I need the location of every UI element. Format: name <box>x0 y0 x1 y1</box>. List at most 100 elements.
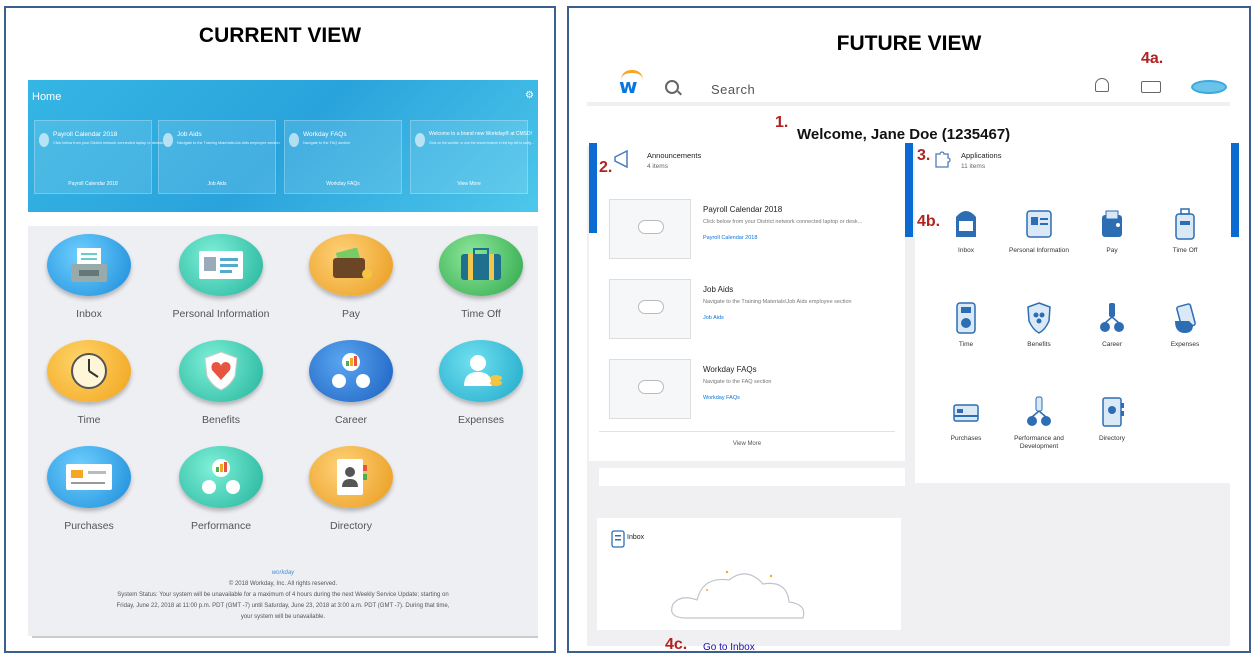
card-link[interactable]: Payroll Calendar 2018 <box>35 181 151 187</box>
empty-card <box>599 468 905 486</box>
expenses-icon <box>439 340 523 402</box>
current-view-panel: CURRENT VIEW Home ⚙ Payroll Calendar 201… <box>4 6 556 653</box>
current-view-title: CURRENT VIEW <box>198 24 362 47</box>
time-icon <box>952 301 980 335</box>
home-card-welcome[interactable]: Welcome to a brand new Workday® at CMSD!… <box>410 120 534 194</box>
gear-icon[interactable]: ⚙ <box>525 90 534 101</box>
inbox-card-title: Inbox <box>627 534 645 541</box>
item-link[interactable]: Job Aids <box>703 315 724 321</box>
wallet-icon <box>309 234 393 296</box>
app-directory[interactable]: Directory <box>1073 395 1151 443</box>
app-inbox[interactable]: Inbox <box>927 207 1005 255</box>
current-app-expenses[interactable]: Expenses <box>426 340 536 426</box>
app-label: Performance and Development <box>1014 435 1064 450</box>
app-label: Career <box>1102 341 1122 348</box>
inbox-icon <box>952 207 980 241</box>
current-app-time[interactable]: Time <box>34 340 144 426</box>
app-expenses[interactable]: Expenses <box>1146 301 1224 349</box>
announcement-item[interactable]: Workday FAQs Navigate to the FAQ section… <box>599 351 892 433</box>
applications-card: 3. Applications 11 items 4b. Inbox Perso… <box>905 143 1239 483</box>
wallet-icon <box>1098 207 1126 241</box>
announcement-item[interactable]: Job Aids Navigate to the Training Materi… <box>599 271 892 353</box>
divider <box>599 431 895 432</box>
current-app-personal-information[interactable]: Personal Information <box>166 234 276 320</box>
megaphone-icon <box>415 133 425 147</box>
id-card-icon <box>179 234 263 296</box>
app-label: Inbox <box>76 308 102 320</box>
card-title: Welcome to a brand new Workday® at CMSD! <box>429 131 532 137</box>
performance-icon <box>179 446 263 508</box>
bell-icon[interactable] <box>1095 78 1109 92</box>
current-app-directory[interactable]: Directory <box>296 446 406 532</box>
avatar[interactable] <box>1191 80 1227 94</box>
current-app-pay[interactable]: Pay <box>296 234 406 320</box>
app-label: Inbox <box>958 247 974 254</box>
item-title: Job Aids <box>703 285 734 294</box>
app-label: Benefits <box>1027 341 1051 348</box>
current-app-performance[interactable]: Performance <box>166 446 276 532</box>
footer-copyright: © 2018 Workday, Inc. All rights reserved… <box>228 581 338 587</box>
announcement-item[interactable]: Payroll Calendar 2018 Click below from y… <box>599 191 892 273</box>
app-personal-information[interactable]: Personal Information <box>1000 207 1078 255</box>
divider <box>32 636 538 638</box>
view-more-link[interactable]: View More <box>589 441 905 447</box>
card-title: Payroll Calendar 2018 <box>53 131 118 138</box>
current-app-time-off[interactable]: Time Off <box>426 234 536 320</box>
app-time[interactable]: Time <box>927 301 1005 349</box>
item-link[interactable]: Workday FAQs <box>703 395 740 401</box>
item-desc: Click below from your District network c… <box>703 219 863 225</box>
current-app-purchases[interactable]: Purchases <box>34 446 144 532</box>
credit-card-icon <box>952 395 980 429</box>
card-link[interactable]: Job Aids <box>159 181 275 187</box>
app-label: Personal Information <box>172 308 270 320</box>
pencil-icon <box>163 133 173 147</box>
home-card-payroll[interactable]: Payroll Calendar 2018 Click below from y… <box>34 120 166 194</box>
app-career[interactable]: Career <box>1073 301 1151 349</box>
footer-status: Friday, June 22, 2018 at 11:00 p.m. PDT … <box>116 603 450 609</box>
app-label: Purchases <box>950 435 982 442</box>
home-card-faqs[interactable]: Workday FAQs Navigate to the FAQ section… <box>284 120 402 194</box>
app-label: Time Off <box>1172 247 1198 254</box>
applications-count: 11 items <box>961 163 986 170</box>
footer-status: System Status: Your system will be unava… <box>117 592 449 598</box>
accent-bar <box>1231 143 1239 237</box>
app-performance-and-development[interactable]: Performance and Development <box>1000 395 1078 451</box>
announcements-card: 2. Announcements 4 items Payroll Calenda… <box>589 143 905 461</box>
current-app-inbox[interactable]: Inbox <box>34 234 144 320</box>
cloud-thumbnail <box>609 279 691 339</box>
suitcase-icon <box>1171 207 1199 241</box>
app-purchases[interactable]: Purchases <box>927 395 1005 443</box>
future-view-panel: FUTURE VIEW w Search 4a. 1. Welcome, Jan… <box>567 6 1251 653</box>
app-label: Expenses <box>1170 341 1200 348</box>
current-app-benefits[interactable]: Benefits <box>166 340 276 426</box>
inbox-tray-icon[interactable] <box>1141 81 1161 93</box>
app-benefits[interactable]: Benefits <box>1000 301 1078 349</box>
career-icon <box>309 340 393 402</box>
app-label: Directory <box>329 520 372 532</box>
card-link[interactable]: Workday FAQs <box>285 181 401 187</box>
search-input[interactable]: Search <box>711 82 755 97</box>
current-app-career[interactable]: Career <box>296 340 406 426</box>
expenses-icon <box>1171 301 1199 335</box>
go-to-inbox-link[interactable]: Go to Inbox <box>703 642 755 653</box>
marker-1: 1. <box>775 114 789 131</box>
item-desc: Navigate to the FAQ section <box>703 379 772 385</box>
app-label: Career <box>334 414 368 426</box>
announcements-title: Announcements <box>647 151 702 160</box>
workday-logo[interactable]: w <box>619 74 637 98</box>
home-label: Home <box>32 91 62 103</box>
card-link[interactable]: View More <box>411 181 527 187</box>
app-label: Purchases <box>64 520 114 532</box>
app-pay[interactable]: Pay <box>1073 207 1151 255</box>
app-label: Performance <box>190 520 252 532</box>
shield-heart-icon <box>179 340 263 402</box>
welcome-text: Welcome, Jane Doe (1235467) <box>797 126 1011 143</box>
search-icon[interactable] <box>665 80 679 94</box>
cloud-thumbnail <box>609 359 691 419</box>
card-title: Job Aids <box>177 131 202 138</box>
app-time-off[interactable]: Time Off <box>1146 207 1224 255</box>
app-label: Personal Information <box>1009 247 1069 254</box>
home-card-job-aids[interactable]: Job Aids Navigate to the Training Materi… <box>158 120 280 194</box>
item-link[interactable]: Payroll Calendar 2018 <box>703 235 757 241</box>
address-book-icon <box>1098 395 1126 429</box>
